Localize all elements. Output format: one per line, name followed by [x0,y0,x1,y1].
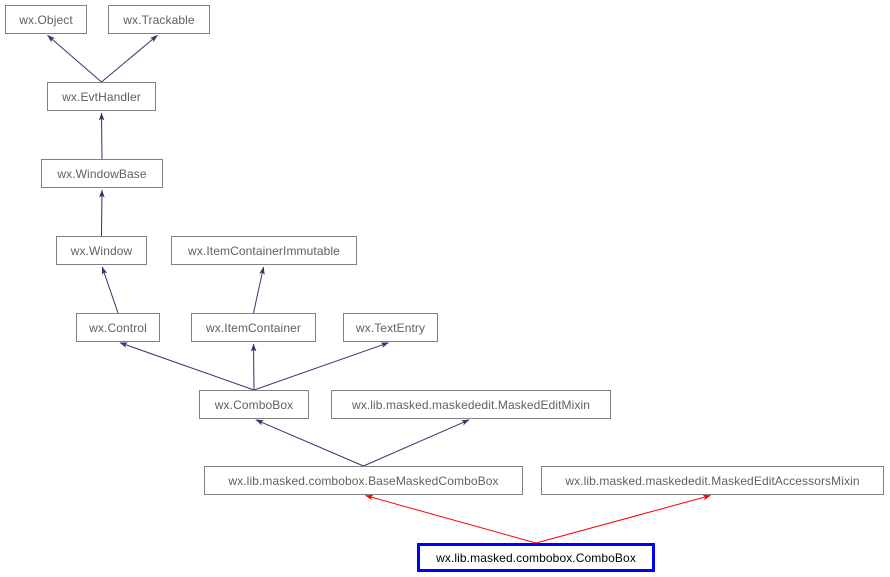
inheritance-edge-basemaskedcombo-to-maskededitmixin [363,419,470,467]
class-node-label: wx.ItemContainerImmutable [188,243,340,258]
class-node-maskededitmixin[interactable]: wx.lib.masked.maskededit.MaskedEditMixin [331,390,611,419]
inheritance-diagram: wx.Object wx.Trackable wx.EvtHandler wx.Win… [0,0,890,577]
class-node-label: wx.lib.masked.combobox.ComboBox [436,550,636,565]
inheritance-edge-wx-itemcontainer-to-wx-itemcontimm [253,266,265,314]
inheritance-edge-wx-combobox-to-wx-control [119,342,255,391]
class-node-accessorsmixin[interactable]: wx.lib.masked.maskededit.MaskedEditAcces… [541,466,884,495]
class-node-label: wx.lib.masked.combobox.BaseMaskedComboBo… [228,473,499,488]
inheritance-edge-wx-combobox-to-wx-textentry [253,342,389,391]
class-node-wx-textentry[interactable]: wx.TextEntry [343,313,438,342]
class-node-label: wx.Window [70,243,133,258]
class-node-wx-itemcontainer[interactable]: wx.ItemContainer [191,313,316,342]
inheritance-edge-target-combobox-to-accessorsmixin [535,494,711,544]
class-node-basemaskedcombo[interactable]: wx.lib.masked.combobox.BaseMaskedComboBo… [204,466,523,495]
class-node-wx-itemcontimm[interactable]: wx.ItemContainerImmutable [171,236,357,265]
class-node-label: wx.ComboBox [214,397,294,412]
class-node-wx-windowbase[interactable]: wx.WindowBase [41,159,163,188]
class-node-wx-trackable[interactable]: wx.Trackable [108,5,210,34]
class-node-label: wx.ItemContainer [206,320,301,335]
class-node-target-combobox[interactable]: wx.lib.masked.combobox.ComboBox [417,543,655,572]
inheritance-edge-wx-control-to-wx-window [101,266,119,314]
class-node-wx-combobox[interactable]: wx.ComboBox [199,390,309,419]
inheritance-edge-basemaskedcombo-to-wx-combobox [255,419,364,467]
class-node-label: wx.lib.masked.maskededit.MaskedEditAcces… [565,473,860,488]
class-node-label: wx.lib.masked.maskededit.MaskedEditMixin [351,397,591,412]
inheritance-edge-target-combobox-to-basemaskedcombo [365,494,537,544]
class-node-label: wx.TextEntry [355,320,426,335]
class-node-label: wx.Object [19,12,73,27]
class-node-wx-evthandler[interactable]: wx.EvtHandler [47,82,156,111]
class-node-wx-control[interactable]: wx.Control [76,313,160,342]
class-node-wx-object[interactable]: wx.Object [5,5,87,34]
inheritance-edge-wx-evthandler-to-wx-object [47,34,102,83]
class-node-wx-window[interactable]: wx.Window [56,236,147,265]
class-node-label: wx.Trackable [123,12,195,27]
inheritance-edge-wx-evthandler-to-wx-trackable [101,34,158,83]
class-node-label: wx.Control [89,320,147,335]
class-node-label: wx.EvtHandler [62,89,141,104]
class-node-label: wx.WindowBase [57,166,147,181]
